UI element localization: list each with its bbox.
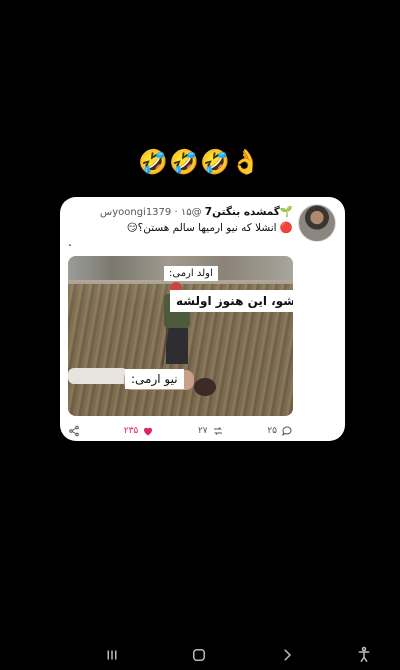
tweet-actions: ۲۵ ۲۷ ۲۳۵ [68,423,293,439]
status-bar [0,0,400,24]
back-button[interactable] [278,646,296,664]
accessibility-button[interactable] [355,646,373,664]
caption-label: پاشو، این هنوز اولشه [170,290,293,312]
like-action[interactable]: ۲۳۵ [124,425,155,437]
back-icon [284,649,292,661]
accessibility-icon [358,646,370,663]
avatar[interactable] [298,204,336,242]
retweet-action[interactable]: ۲۷ [198,425,224,437]
standing-person-legs [166,328,188,364]
recents-icon [107,650,117,660]
display-name[interactable]: 🌱گمشده بنگتن7 [205,206,293,218]
home-button[interactable] [190,646,208,664]
separator: · [174,207,178,218]
label-old-army: اولد ارمی: [164,266,218,281]
share-action[interactable] [68,425,80,437]
lying-person-legs [68,368,128,384]
reply-icon [282,426,292,437]
retweet-count: ۲۷ [197,426,208,436]
retweet-icon [213,427,222,435]
reply-count: ۲۵ [267,426,277,436]
label-new-army: نیو ارمی: [125,369,184,389]
tweet-card[interactable]: 🌱گمشده بنگتن7 @yoongi1379 · ۱۵س 🔴 انشلا … [60,197,345,441]
share-icon [69,425,79,437]
like-count: ۲۳۵ [123,426,139,436]
tweet-image[interactable]: اولد ارمی: پاشو، این هنوز اولشه نیو ارمی… [68,256,293,416]
home-icon [193,649,205,661]
reply-action[interactable]: ۲۵ [267,425,293,437]
android-nav-bar [0,640,400,670]
heart-icon [144,427,153,436]
stray-mark: . [68,235,72,249]
tweet-header: 🌱گمشده بنگتن7 @yoongi1379 · ۱۵س [63,205,293,218]
recents-button[interactable] [103,646,121,664]
lying-person-head [194,378,216,396]
tweet-text: 🔴 انشلا که نیو ارمیها سالم هستن؟😏 [126,222,293,234]
emoji-row: 🤣🤣🤣👌 [138,148,262,176]
